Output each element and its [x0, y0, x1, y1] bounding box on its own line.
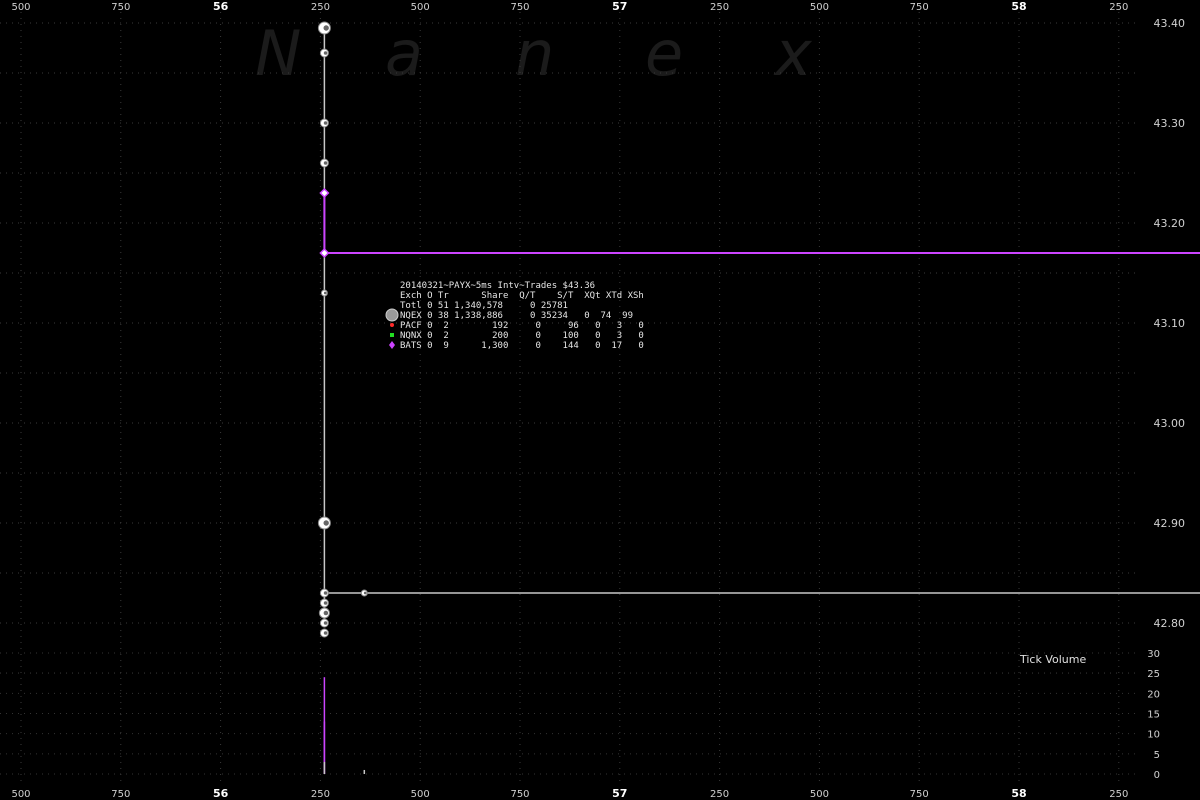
- watermark-letter: n: [515, 17, 554, 90]
- legend-row: PACF 0 2 192 0 96 0 3 0: [400, 321, 644, 331]
- trade-point-nqex-core: [323, 591, 328, 595]
- trade-point-nqex-core: [323, 520, 329, 526]
- nanex-trade-chart: Nanex 500 750 56 250 500 750 57 250 500 750 58 250 5…: [0, 0, 1200, 800]
- price-tick-label: 43.00: [1154, 417, 1186, 430]
- volume-tick-label: 25: [1147, 669, 1160, 680]
- volume-tick-label: 5: [1154, 750, 1160, 761]
- x-tick-label: 57: [612, 0, 627, 13]
- volume-tick-label: 10: [1147, 730, 1160, 741]
- x-tick-label: 250: [710, 789, 729, 800]
- legend-marker-pacf: [390, 323, 394, 327]
- watermark-letter: e: [645, 17, 683, 90]
- x-tick-label: 58: [1011, 0, 1026, 13]
- legend-row: BATS 0 9 1,300 0 144 0 17 0: [400, 341, 644, 351]
- volume-tick-label: 30: [1147, 649, 1160, 660]
- x-tick-label: 250: [1109, 2, 1128, 13]
- x-tick-label: 500: [810, 789, 829, 800]
- legend-marker-nqex: [385, 308, 399, 322]
- legend-rows: NQEX 0 38 1,338,886 0 35234 0 74 99PACF …: [385, 308, 644, 351]
- legend-header: Exch O Tr Share Q/T S/T XQt XTd XSh: [400, 291, 644, 301]
- volume-tick-label: 15: [1147, 710, 1160, 721]
- x-tick-label: 500: [11, 789, 30, 800]
- trade-point-nqex-core: [323, 51, 328, 55]
- trade-point-nqex-core: [323, 161, 328, 165]
- x-tick-label: 500: [810, 2, 829, 13]
- x-tick-label: 250: [311, 789, 330, 800]
- tick-volume-label: Tick Volume: [1019, 653, 1086, 666]
- legend-title: 20140321~PAYX~5ms Intv~Trades $43.36: [400, 281, 595, 291]
- price-tick-label: 42.90: [1154, 517, 1186, 530]
- trade-point-nqex-core: [323, 291, 327, 295]
- trade-point-nqex-core: [323, 25, 329, 31]
- x-tick-label: 250: [1109, 789, 1128, 800]
- volume-tick-label: 20: [1147, 689, 1160, 700]
- volume-tick-label: 0: [1154, 770, 1160, 781]
- trade-point-nqex-core: [323, 621, 328, 625]
- x-tick-label: 500: [411, 789, 430, 800]
- price-tick-label: 43.20: [1154, 217, 1186, 230]
- watermark-letter: x: [773, 17, 813, 90]
- price-tick-label: 43.30: [1154, 117, 1186, 130]
- trade-point-nqex-core: [323, 631, 328, 635]
- x-tick-label: 58: [1011, 787, 1026, 800]
- x-tick-label: 500: [411, 2, 430, 13]
- watermark-letter: a: [385, 17, 423, 90]
- trade-point-nqex-core: [323, 601, 328, 605]
- x-tick-label: 750: [111, 2, 130, 13]
- legend-row: NQEX 0 38 1,338,886 0 35234 0 74 99: [400, 311, 633, 321]
- legend-total-row: Totl 0 51 1,340,578 0 25781: [400, 301, 568, 311]
- x-tick-label: 750: [910, 789, 929, 800]
- x-tick-label: 750: [910, 2, 929, 13]
- legend: 20140321~PAYX~5ms Intv~Trades $43.36 Exc…: [385, 281, 644, 351]
- price-tick-label: 42.80: [1154, 617, 1186, 630]
- price-tick-label: 43.10: [1154, 317, 1186, 330]
- trade-point-nqex-core: [323, 121, 328, 125]
- chart-background: [0, 0, 1200, 800]
- x-tick-label: 250: [311, 2, 330, 13]
- x-tick-label: 56: [213, 0, 229, 13]
- trade-point-nqex-core: [363, 591, 367, 595]
- legend-row: NQNX 0 2 200 0 100 0 3 0: [400, 331, 644, 341]
- x-tick-label: 750: [510, 789, 529, 800]
- x-tick-label: 57: [612, 787, 627, 800]
- x-tick-label: 500: [11, 2, 30, 13]
- trade-point-nqex-core: [323, 610, 329, 616]
- x-tick-label: 56: [213, 787, 229, 800]
- price-tick-label: 43.40: [1154, 17, 1186, 30]
- legend-marker-nqnx: [390, 333, 394, 337]
- watermark-letter: N: [255, 17, 301, 90]
- x-tick-label: 750: [510, 2, 529, 13]
- x-tick-label: 250: [710, 2, 729, 13]
- x-tick-label: 750: [111, 789, 130, 800]
